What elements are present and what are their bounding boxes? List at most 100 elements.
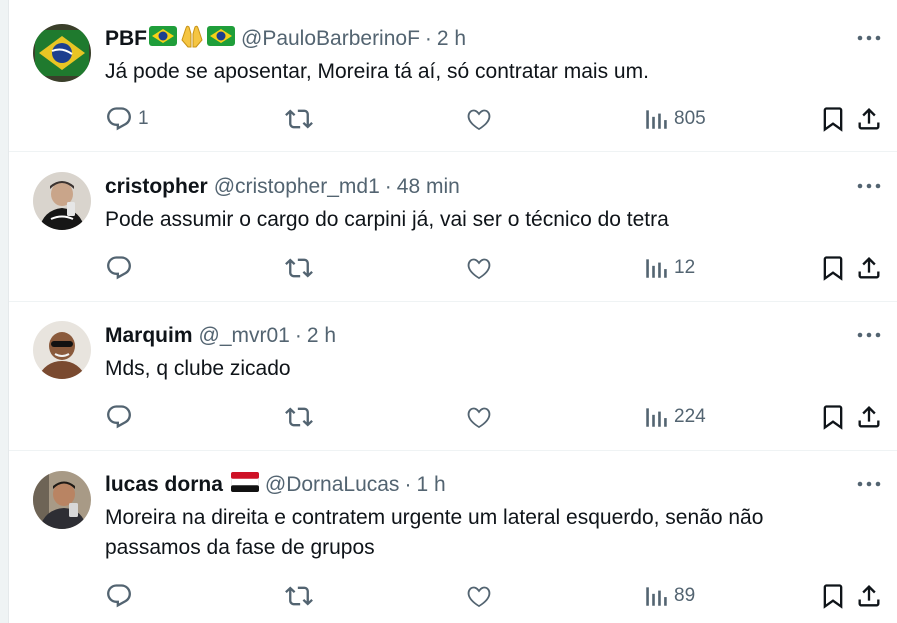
replies-feed: PBF @PauloBarberinoF · 2 h Já pode se ap… (9, 0, 897, 623)
more-button[interactable] (854, 474, 884, 494)
retweet-button[interactable] (285, 104, 313, 134)
reply-button[interactable] (105, 402, 133, 432)
action-bar: 224 (105, 402, 885, 432)
views-button[interactable]: 89 (643, 581, 695, 611)
user-handle[interactable]: @cristopher_md1 (214, 175, 380, 199)
retweet-icon (285, 586, 313, 606)
share-button[interactable] (855, 104, 883, 134)
reply-icon (107, 107, 131, 131)
more-icon (857, 332, 881, 338)
share-button[interactable] (855, 253, 883, 283)
retweet-icon (285, 407, 313, 427)
avatar[interactable] (33, 471, 91, 529)
separator-dot: · (384, 175, 392, 198)
reply-button[interactable] (105, 581, 133, 611)
bookmark-icon (823, 256, 843, 281)
user-handle[interactable]: @_mvr01 (199, 324, 290, 348)
bookmark-button[interactable] (819, 253, 847, 283)
display-name[interactable]: cristopher (105, 175, 208, 199)
separator-dot: · (404, 473, 412, 496)
heart-icon (467, 586, 491, 608)
tweet-card[interactable]: PBF @PauloBarberinoF · 2 h Já pode se ap… (9, 0, 897, 152)
tweet-header: cristopher @cristopher_md1 · 48 min (105, 174, 460, 200)
heart-icon (467, 258, 491, 280)
brazil-flag-icon (207, 26, 235, 52)
reply-icon (107, 256, 131, 280)
tweet-header: lucas dorna @DornaLucas · 1 h (105, 471, 446, 498)
action-bar: 12 (105, 253, 885, 283)
like-button[interactable] (465, 581, 493, 611)
views-icon (646, 408, 667, 427)
retweet-icon (285, 258, 313, 278)
share-icon (858, 406, 880, 428)
share-button[interactable] (855, 402, 883, 432)
flag-red-white-black-icon (230, 471, 260, 498)
tweet-text: Mds, q clube zicado (105, 357, 291, 380)
left-rail (0, 0, 9, 623)
display-name[interactable]: PBF (105, 27, 147, 51)
display-name[interactable]: lucas dorna (105, 473, 223, 497)
tweet-card[interactable]: cristopher @cristopher_md1 · 48 min Pode… (9, 152, 897, 302)
more-button[interactable] (854, 28, 884, 48)
more-button[interactable] (854, 325, 884, 345)
more-button[interactable] (854, 176, 884, 196)
tweet-header: Marquim @_mvr01 · 2 h (105, 323, 336, 349)
views-button[interactable]: 224 (643, 402, 706, 432)
share-button[interactable] (855, 581, 883, 611)
heart-icon (467, 109, 491, 131)
heart-icon (467, 407, 491, 429)
views-count: 805 (674, 108, 706, 129)
bookmark-button[interactable] (819, 402, 847, 432)
reply-button[interactable] (105, 253, 133, 283)
bookmark-button[interactable] (819, 581, 847, 611)
bookmark-button[interactable] (819, 104, 847, 134)
reply-button[interactable]: 1 (105, 104, 149, 134)
views-button[interactable]: 12 (643, 253, 695, 283)
bookmark-icon (823, 405, 843, 430)
action-bar: 89 (105, 581, 885, 611)
retweet-button[interactable] (285, 253, 313, 283)
views-count: 224 (674, 406, 706, 427)
user-handle[interactable]: @PauloBarberinoF (241, 27, 420, 51)
retweet-button[interactable] (285, 402, 313, 432)
reply-count: 1 (138, 108, 149, 129)
like-button[interactable] (465, 104, 493, 134)
share-icon (858, 585, 880, 607)
views-count: 89 (674, 585, 696, 606)
timestamp[interactable]: 1 h (416, 473, 445, 497)
bookmark-icon (823, 584, 843, 609)
more-icon (857, 183, 881, 189)
share-icon (858, 257, 880, 279)
bookmark-icon (823, 107, 843, 132)
separator-dot: · (294, 324, 302, 347)
tweet-text: Já pode se aposentar, Moreira tá aí, só … (105, 60, 649, 83)
views-button[interactable]: 805 (643, 104, 706, 134)
timestamp[interactable]: 48 min (397, 175, 460, 199)
avatar[interactable] (33, 24, 91, 82)
action-bar: 1 805 (105, 104, 885, 134)
user-handle[interactable]: @DornaLucas (265, 473, 400, 497)
separator-dot: · (424, 27, 432, 50)
views-count: 12 (674, 257, 696, 278)
avatar[interactable] (33, 172, 91, 230)
like-button[interactable] (465, 402, 493, 432)
like-button[interactable] (465, 253, 493, 283)
more-icon (857, 35, 881, 41)
brazil-flag-icon (149, 26, 177, 52)
views-icon (646, 110, 667, 129)
timestamp[interactable]: 2 h (437, 27, 466, 51)
tweet-card[interactable]: Marquim @_mvr01 · 2 h Mds, q clube zicad… (9, 302, 897, 451)
tweet-card[interactable]: lucas dorna @DornaLucas · 1 h Moreira na… (9, 451, 897, 623)
retweet-button[interactable] (285, 581, 313, 611)
timestamp[interactable]: 2 h (307, 324, 336, 348)
tweet-text: Pode assumir o cargo do carpini já, vai … (105, 208, 669, 231)
views-icon (646, 587, 667, 606)
tweet-header: PBF @PauloBarberinoF · 2 h (105, 24, 466, 54)
praying-hands-icon (179, 24, 205, 54)
avatar[interactable] (33, 321, 91, 379)
display-name[interactable]: Marquim (105, 324, 193, 348)
more-icon (857, 481, 881, 487)
reply-icon (107, 584, 131, 608)
share-icon (858, 108, 880, 130)
tweet-text: Moreira na direita e contratem urgente u… (105, 506, 764, 559)
